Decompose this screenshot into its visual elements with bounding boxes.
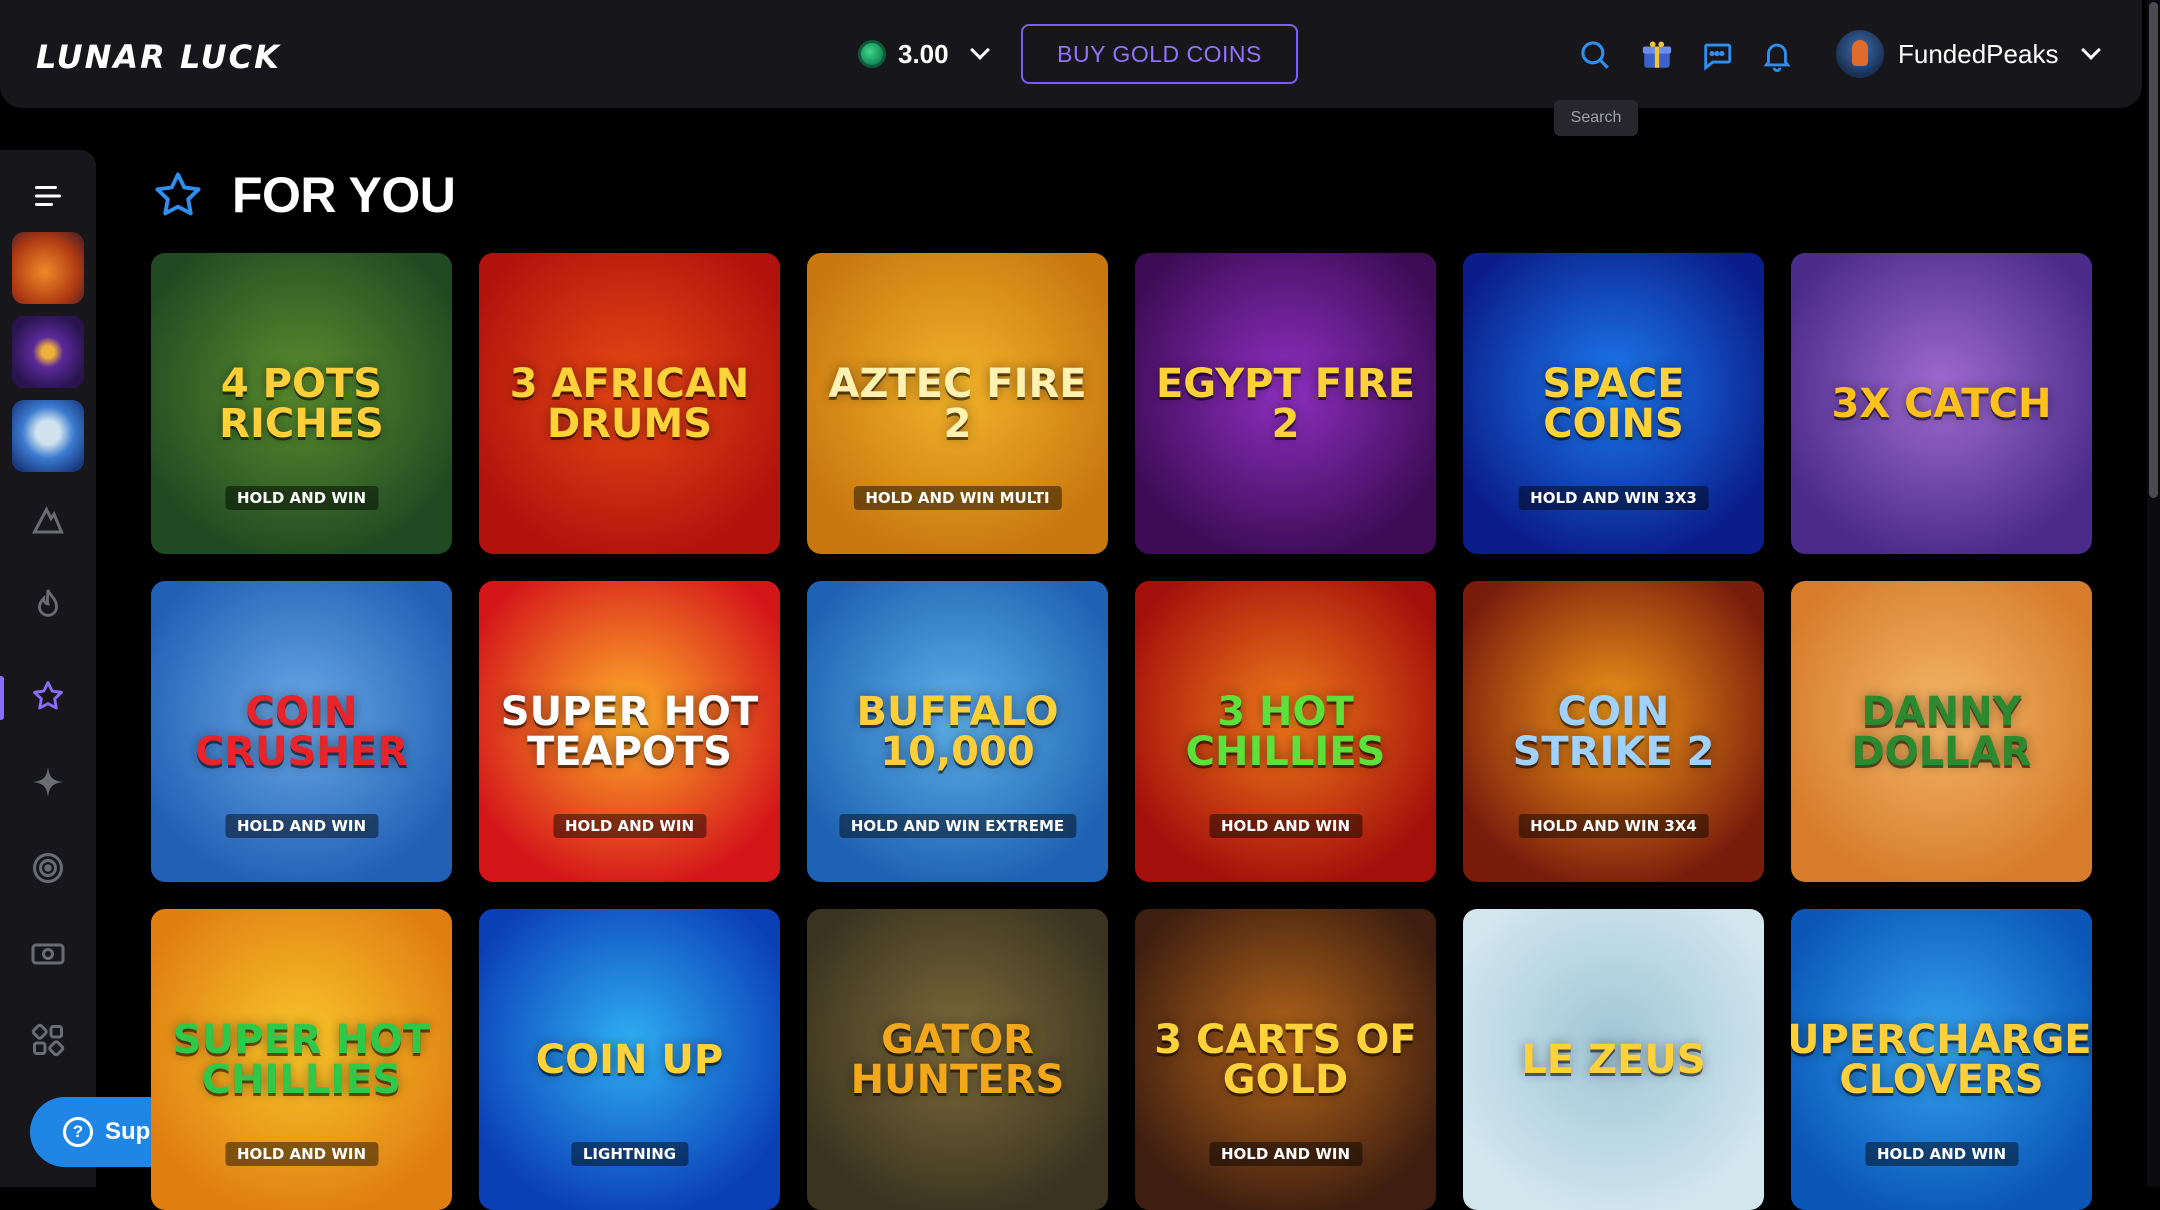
balance-amount: 3.00 [898,38,949,69]
sidebar-item-hot[interactable] [12,568,84,640]
game-subtitle: HOLD AND WIN [224,1142,379,1166]
rocket-game-icon [12,232,84,304]
game-subtitle: HOLD AND WIN [224,814,379,838]
game-title: 3 African Drums [509,360,750,447]
bell-icon[interactable] [1760,38,1794,72]
sidebar-item-casual[interactable] [12,1004,84,1076]
scrollbar-thumb[interactable] [2149,2,2158,498]
game-subtitle: HOLD AND WIN MULTI [853,486,1062,510]
game-tile[interactable]: 3x Catch [1791,253,2092,554]
alien-game-icon [12,400,84,472]
game-title: Le Zeus [1521,1036,1706,1083]
sidebar-item-planet-game[interactable] [12,316,84,388]
chat-icon[interactable] [1700,38,1734,72]
buy-gold-coins-button[interactable]: BUY GOLD COINS [1021,24,1298,84]
sidebar-item-rocket-game[interactable] [12,232,84,304]
game-subtitle: HOLD AND WIN [1208,1142,1363,1166]
section-header: FOR YOU [152,166,456,224]
search-tooltip: Search [1554,100,1638,136]
fire-icon [38,589,58,617]
dice-icon [31,1023,65,1057]
sidebar [0,150,96,1187]
ticket-icon [31,943,65,965]
game-tile[interactable]: 4 Pots Riches HOLD AND WIN [151,253,452,554]
game-title: 3x Catch [1831,380,2052,427]
planet-game-icon [12,316,84,388]
game-tile[interactable]: Coin Strike 2 HOLD AND WIN 3X4 [1463,581,1764,882]
logo[interactable]: LUNAR LUCK [36,38,281,76]
mountain-icon [32,506,64,534]
coin-icon [858,40,886,68]
game-subtitle: LIGHTNING [570,1142,689,1166]
sidebar-item-alien-game[interactable] [12,400,84,472]
game-subtitle: HOLD AND WIN 3X3 [1518,486,1709,510]
game-tile[interactable]: Gator Hunters [807,909,1108,1210]
search-icon[interactable] [1578,38,1612,72]
help-icon: ? [63,1117,93,1147]
game-title: Super Hot Teapots [500,688,759,775]
game-subtitle: HOLD AND WIN [552,814,707,838]
game-tile[interactable]: 3 Carts of Gold HOLD AND WIN [1135,909,1436,1210]
sidebar-item-originals[interactable] [12,484,84,556]
game-subtitle: HOLD AND WIN [1208,814,1363,838]
game-tile[interactable]: Super Hot Teapots HOLD AND WIN [479,581,780,882]
sidebar-item-for-you[interactable] [12,660,84,732]
game-title: 3 Carts of Gold [1154,1016,1417,1103]
top-header: LUNAR LUCK 3.00 BUY GOLD COINS FundedPea… [0,0,2142,108]
sidebar-item-new[interactable] [12,746,84,818]
game-title: Super Hot Chillies [172,1016,431,1103]
game-tile[interactable]: Super Hot Chillies HOLD AND WIN [151,909,452,1210]
game-title: Coin Crusher [194,688,409,775]
user-menu[interactable]: FundedPeaks [1836,28,2102,80]
balance-selector[interactable]: 3.00 [858,36,990,72]
game-title: Coin Up [535,1036,724,1083]
game-tile[interactable]: Aztec Fire 2 HOLD AND WIN MULTI [807,253,1108,554]
game-title: Coin Strike 2 [1512,688,1715,775]
game-tile[interactable]: 3 African Drums [479,253,780,554]
target-icon [33,853,63,883]
active-indicator [0,676,4,720]
menu-toggle-button[interactable] [12,160,84,232]
game-tile[interactable]: Le Zeus [1463,909,1764,1210]
menu-toggle-icon [35,186,61,206]
game-tile[interactable]: Egypt Fire 2 [1135,253,1436,554]
chevron-down-icon [969,40,990,60]
sidebar-item-slots[interactable] [12,832,84,904]
game-subtitle: HOLD AND WIN 3X4 [1518,814,1709,838]
game-tile[interactable]: Coin Up LIGHTNING [479,909,780,1210]
sparkle-icon [33,767,63,797]
game-tile[interactable]: Buffalo 10,000 HOLD AND WIN EXTREME [807,581,1108,882]
game-title: Danny Dollar [1851,688,2032,775]
game-subtitle: HOLD AND WIN [1864,1142,2019,1166]
game-subtitle: HOLD AND WIN EXTREME [838,814,1077,838]
game-subtitle: HOLD AND WIN [224,486,379,510]
game-title: Gator Hunters [850,1016,1065,1103]
game-tile[interactable]: 3 Hot Chillies HOLD AND WIN [1135,581,1436,882]
sidebar-item-table-games[interactable] [12,918,84,990]
username: FundedPeaks [1898,38,2059,69]
game-title: 3 Hot Chillies [1185,688,1386,775]
game-tile[interactable]: Danny Dollar [1791,581,2092,882]
star-icon [33,681,63,710]
game-title: Supercharged Clovers [1791,1016,2092,1103]
game-title: Aztec Fire 2 [828,360,1087,447]
game-title: Buffalo 10,000 [856,688,1059,775]
avatar [1836,30,1884,78]
chevron-down-icon [2081,40,2102,60]
game-tile[interactable]: Supercharged Clovers HOLD AND WIN [1791,909,2092,1210]
game-tile[interactable]: Coin Crusher HOLD AND WIN [151,581,452,882]
game-tile[interactable]: Space Coins HOLD AND WIN 3X3 [1463,253,1764,554]
page-title: FOR YOU [232,167,456,223]
star-icon [155,172,201,216]
gift-icon[interactable] [1640,38,1674,72]
game-title: 4 Pots Riches [219,360,384,447]
game-grid: 4 Pots Riches HOLD AND WIN 3 African Drums… [151,253,2092,1210]
game-title: Space Coins [1542,360,1685,447]
game-title: Egypt Fire 2 [1155,360,1416,447]
